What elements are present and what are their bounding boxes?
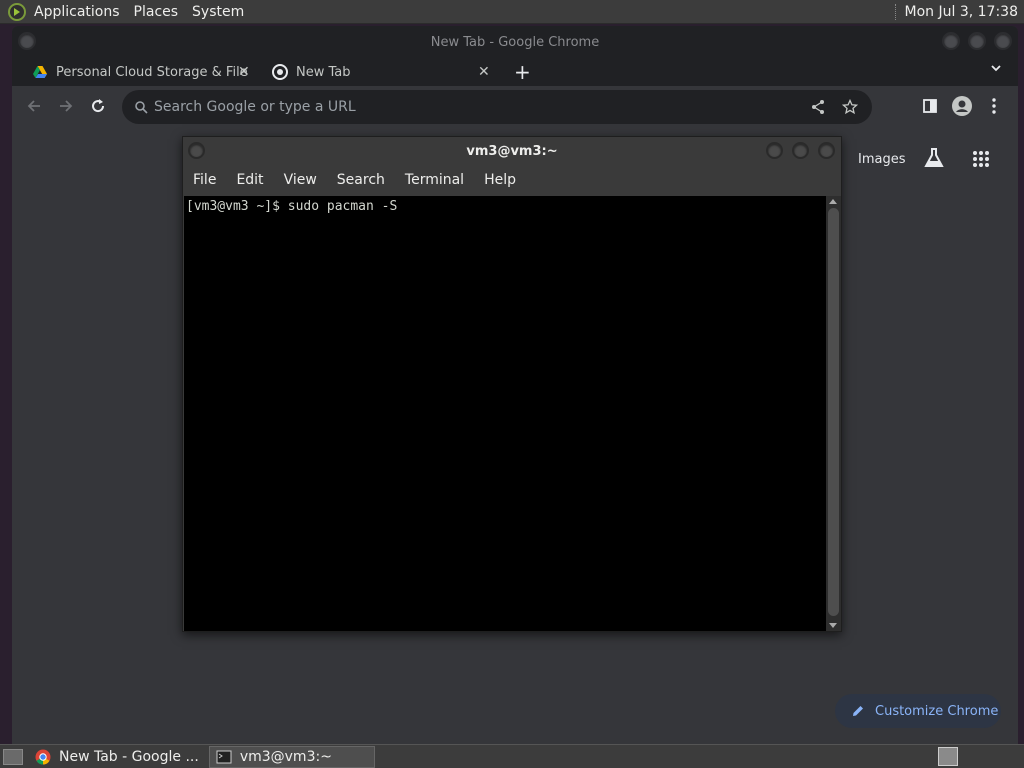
tab-search-chevron-icon[interactable] (990, 62, 1002, 74)
terminal-window-title: vm3@vm3:~ (466, 143, 558, 159)
terminal-maximize-button[interactable] (792, 142, 809, 159)
scroll-down-arrow-icon[interactable] (829, 623, 837, 628)
reload-icon[interactable] (88, 96, 108, 116)
terminal-output[interactable]: [vm3@vm3 ~]$ sudo pacman -S (184, 196, 826, 631)
places-menu[interactable]: Places (134, 4, 179, 20)
scrollbar-thumb[interactable] (828, 208, 839, 616)
pencil-icon (853, 706, 863, 716)
terminal-scrollbar[interactable] (826, 196, 841, 631)
tab-strip: Personal Cloud Storage & File ✕ New Tab … (12, 58, 1018, 86)
kebab-menu-icon[interactable] (984, 96, 1004, 116)
taskbar-item-chrome[interactable]: New Tab - Google ... (29, 746, 205, 768)
chrome-icon (272, 64, 288, 80)
taskbar-item-terminal[interactable]: vm3@vm3:~ (208, 745, 375, 768)
tab-new-tab[interactable]: New Tab ✕ (272, 58, 490, 86)
chrome-toolbar: Search Google or type a URL (12, 86, 1018, 126)
taskbar-item-label: vm3@vm3:~ (239, 748, 332, 765)
terminal-minimize-button[interactable] (766, 142, 783, 159)
omnibox-placeholder: Search Google or type a URL (154, 99, 356, 115)
images-link[interactable]: Images (858, 152, 906, 167)
scroll-up-arrow-icon[interactable] (829, 199, 837, 204)
terminal-titlebar[interactable]: vm3@vm3:~ (183, 137, 841, 165)
bottom-taskbar: New Tab - Google ... vm3@vm3:~ (0, 744, 1024, 768)
terminal-menu-file[interactable]: File (193, 172, 216, 188)
system-menu[interactable]: System (192, 4, 244, 20)
tab-label: Personal Cloud Storage & File (56, 64, 248, 80)
google-drive-icon (33, 66, 47, 78)
window-menu-button[interactable] (18, 32, 36, 50)
terminal-window: vm3@vm3:~ File Edit View Search Terminal… (182, 136, 842, 632)
terminal-close-button[interactable] (818, 142, 835, 159)
maximize-button[interactable] (968, 32, 986, 50)
terminal-menubar: File Edit View Search Terminal Help (183, 165, 841, 195)
chrome-window-title: New Tab - Google Chrome (430, 34, 600, 50)
minimize-button[interactable] (942, 32, 960, 50)
workspace-switcher[interactable] (938, 747, 958, 766)
omnibox[interactable]: Search Google or type a URL (122, 90, 872, 124)
clock[interactable]: Mon Jul 3, 17:38 (905, 4, 1018, 20)
show-desktop-icon[interactable] (3, 748, 23, 765)
labs-flask-icon[interactable] (922, 146, 946, 170)
top-panel: Applications Places System Mon Jul 3, 17… (0, 0, 1024, 24)
close-window-button[interactable] (994, 32, 1012, 50)
distro-logo-icon[interactable] (8, 2, 26, 21)
customize-chrome-label: Customize Chrome (875, 703, 999, 719)
side-panel-icon[interactable] (920, 96, 940, 116)
terminal-menu-help[interactable]: Help (484, 172, 516, 188)
back-arrow-icon[interactable] (24, 96, 44, 116)
chrome-titlebar[interactable]: New Tab - Google Chrome (12, 26, 1018, 58)
tab-label: New Tab (296, 64, 351, 80)
bookmark-star-icon[interactable] (842, 99, 858, 115)
search-icon (135, 101, 148, 114)
share-icon[interactable] (810, 99, 826, 115)
new-tab-plus-icon[interactable]: + (514, 60, 531, 84)
customize-chrome-button[interactable]: Customize Chrome (835, 694, 1001, 728)
tab-close-icon[interactable]: ✕ (238, 64, 250, 80)
tab-personal-cloud-storage[interactable]: Personal Cloud Storage & File ✕ (32, 58, 256, 86)
forward-arrow-icon[interactable] (56, 96, 76, 116)
terminal-menu-terminal[interactable]: Terminal (405, 172, 464, 188)
tab-close-icon[interactable]: ✕ (478, 64, 490, 80)
applications-menu[interactable]: Applications (34, 4, 120, 20)
terminal-menu-search[interactable]: Search (337, 172, 385, 188)
terminal-icon (216, 750, 232, 763)
google-apps-grid-icon[interactable] (972, 150, 990, 168)
terminal-window-menu-button[interactable] (188, 142, 205, 159)
terminal-menu-edit[interactable]: Edit (236, 172, 263, 188)
terminal-line: [vm3@vm3 ~]$ sudo pacman -S (186, 199, 398, 214)
taskbar-item-label: New Tab - Google ... (59, 748, 199, 765)
profile-avatar-icon[interactable] (952, 96, 972, 116)
chrome-icon (35, 749, 51, 765)
terminal-menu-view[interactable]: View (284, 172, 317, 188)
panel-separator (894, 4, 899, 20)
